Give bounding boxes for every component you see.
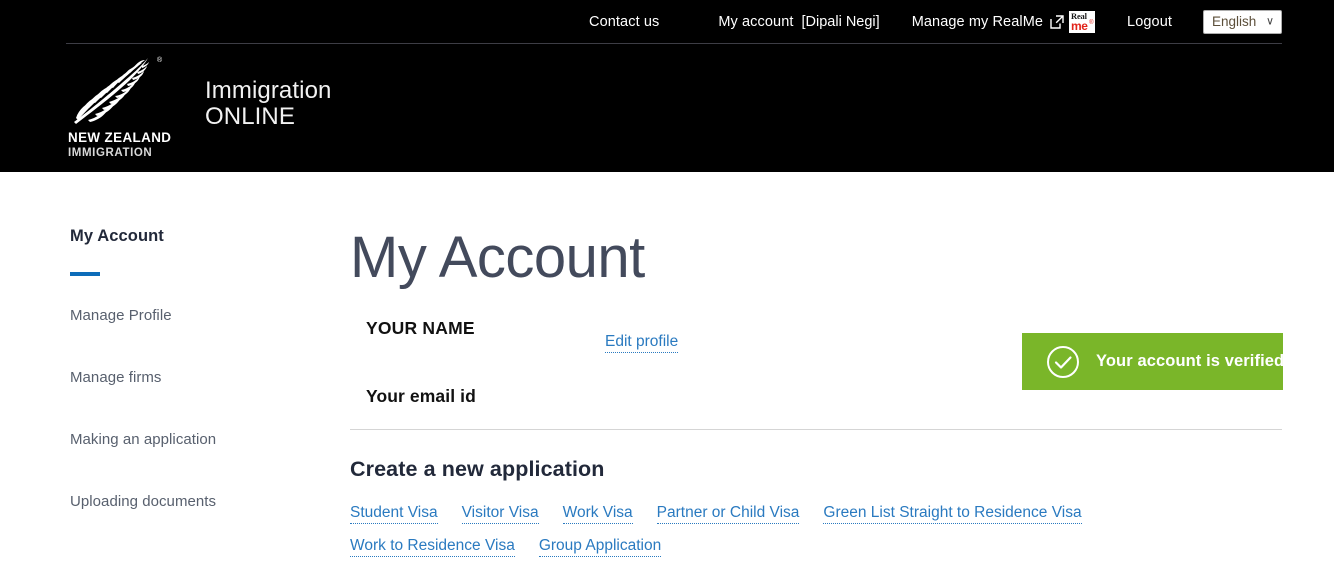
external-link-icon [1050,14,1064,29]
status-badge-account-verified: Your account is verified [1022,333,1285,390]
link-group-application[interactable]: Group Application [538,537,662,557]
my-account-link[interactable]: My account [718,14,793,30]
page-title: My Account [350,225,645,290]
sidebar-item-making-an-application[interactable]: Making an application [70,430,320,449]
link-partner-or-child-visa[interactable]: Partner or Child Visa [656,504,800,524]
content-divider [350,429,1282,430]
application-link-list: Student Visa Visitor Visa Work Visa Part… [350,504,1282,557]
logout-link[interactable]: Logout [1127,14,1172,30]
site-header: Contact us My account [Dipali Negi] Mana… [0,0,1334,172]
check-circle-icon [1046,345,1080,379]
page-root: Contact us My account [Dipali Negi] Mana… [0,0,1334,583]
silver-fern-icon: ® [68,52,168,130]
realme-logo-bottom: me [1071,18,1088,33]
application-link-row: Work to Residence Visa Group Application [350,537,1282,557]
header-divider [66,43,1282,44]
utility-nav: Contact us My account [Dipali Negi] Mana… [0,0,1334,43]
language-select-wrapper[interactable]: English ∨ [1172,9,1282,34]
realme-logo-icon: Real me ® [1069,10,1096,33]
sidebar-item-manage-profile[interactable]: Manage Profile [70,306,320,325]
link-work-visa[interactable]: Work Visa [562,504,633,524]
realme-logo-mark: ® [1089,19,1094,26]
my-account-group[interactable]: My account [Dipali Negi] [718,14,879,30]
brand-title-line2: ONLINE [205,103,295,130]
logo-text-immigration: IMMIGRATION [68,147,153,159]
sidebar-item-manage-firms[interactable]: Manage firms [70,368,320,387]
sidebar-nav: My Account Manage Profile Manage firms M… [70,226,320,511]
brand-logo-block[interactable]: ® NEW ZEALAND IMMIGRATION Immigration ON… [68,52,331,160]
link-work-to-residence-visa[interactable]: Work to Residence Visa [350,537,515,557]
application-link-row: Student Visa Visitor Visa Work Visa Part… [350,504,1282,524]
sidebar-item-uploading-documents[interactable]: Uploading documents [70,492,320,511]
profile-email: Your email id [366,386,476,406]
brand-title: Immigration ONLINE [205,78,331,130]
svg-text:®: ® [157,56,163,64]
language-select[interactable]: English [1203,9,1282,34]
link-visitor-visa[interactable]: Visitor Visa [461,504,539,524]
profile-name: YOUR NAME [366,318,475,338]
manage-realme-group[interactable]: Manage my RealMe Real me ® [912,10,1096,33]
account-user-name: [Dipali Negi] [801,13,880,30]
manage-realme-link[interactable]: Manage my RealMe [912,14,1043,30]
main-content: My Account YOUR NAME Edit profile Your e… [350,226,1282,570]
create-application-heading: Create a new application [350,457,605,481]
sidebar-active-indicator [70,272,100,276]
link-green-list-straight-to-residence-visa[interactable]: Green List Straight to Residence Visa [823,504,1082,524]
logo-text-new-zealand: NEW ZEALAND [68,130,172,145]
status-badge-label: Your account is verified [1096,352,1285,370]
nz-immigration-logo[interactable]: ® NEW ZEALAND IMMIGRATION [68,52,172,160]
sidebar-item-my-account[interactable]: My Account [70,226,320,246]
contact-us-link[interactable]: Contact us [589,14,659,30]
link-student-visa[interactable]: Student Visa [350,504,438,524]
edit-profile-link[interactable]: Edit profile [605,333,679,353]
brand-title-line1: Immigration [205,77,332,104]
